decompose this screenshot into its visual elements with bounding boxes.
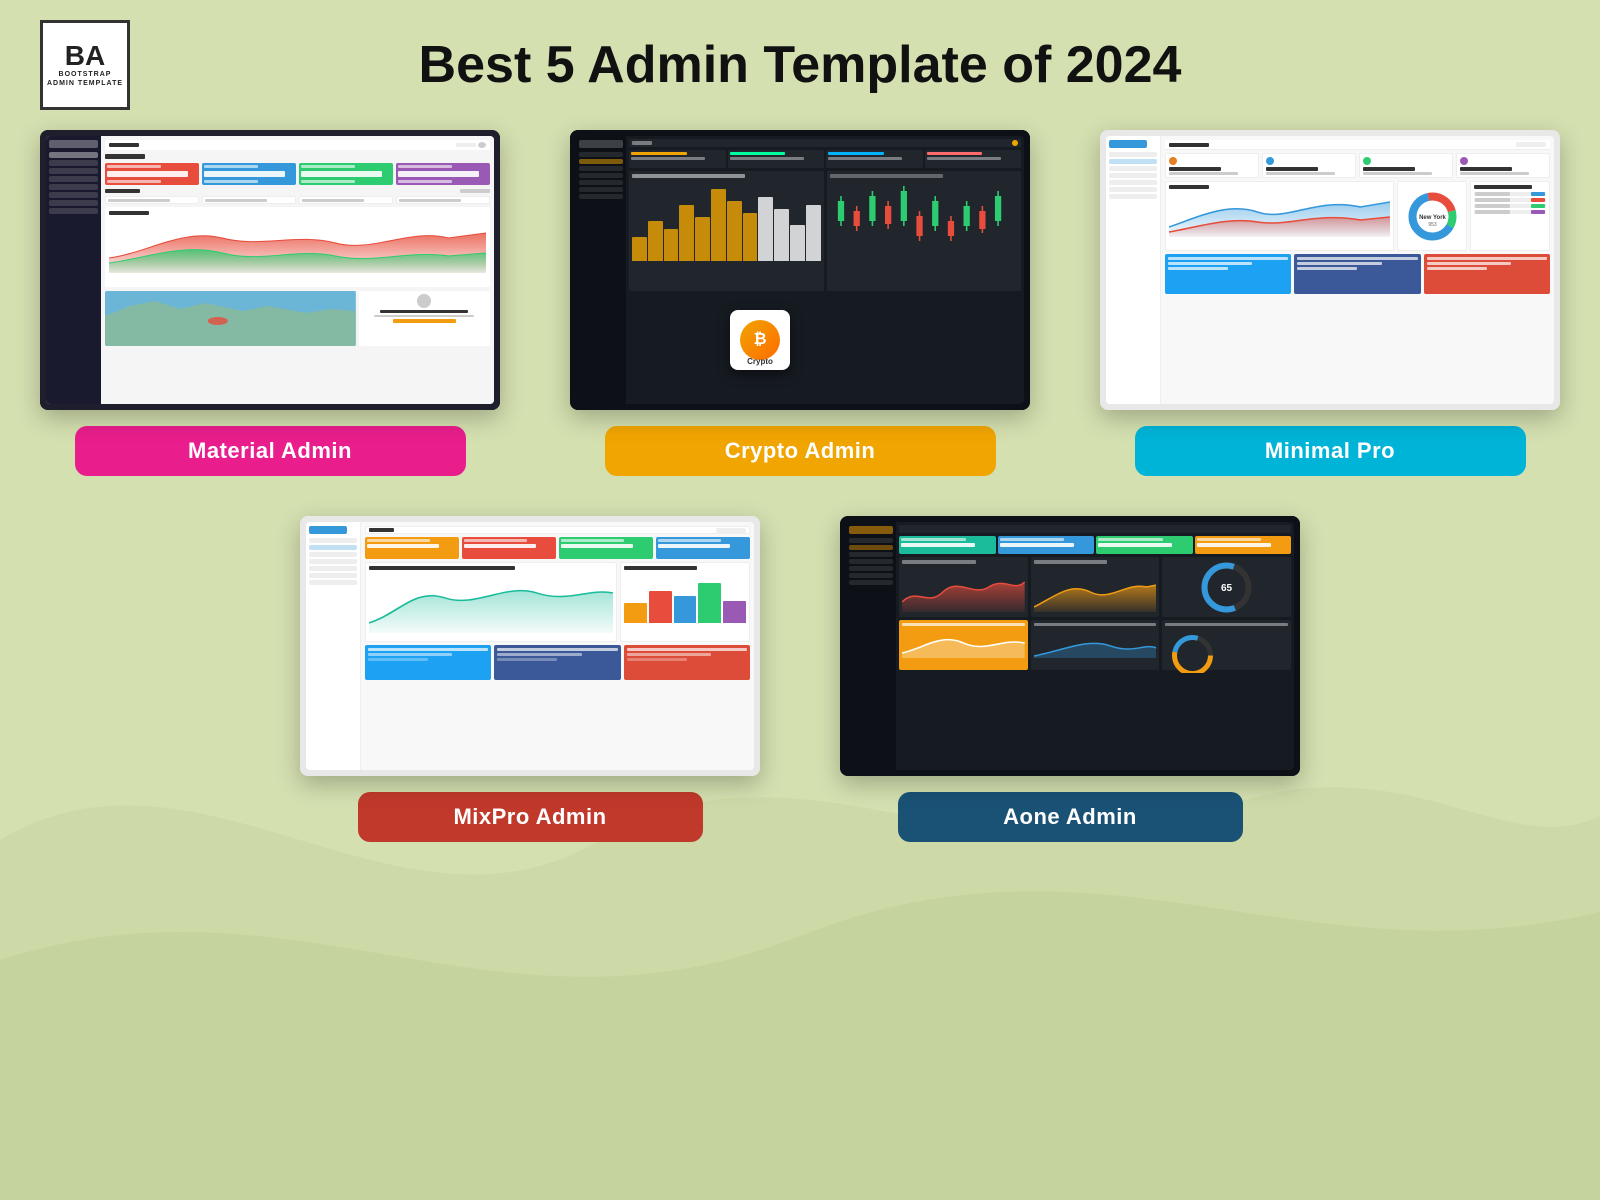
page-content: BA BOOTSTRAP ADMIN TEMPLATE Best 5 Admin… <box>0 0 1600 862</box>
svg-text:953: 953 <box>1428 222 1437 228</box>
crypto-overlay-logo: ₿ Crypto <box>730 310 790 370</box>
crypto-admin-label[interactable]: Crypto Admin <box>605 426 996 476</box>
crypto-admin-screenshot: ₿ Crypto <box>570 130 1030 410</box>
mixpro-admin-label[interactable]: MixPro Admin <box>358 792 703 842</box>
material-admin-card[interactable]: Material Admin <box>40 130 500 476</box>
material-admin-screenshot <box>40 130 500 410</box>
svg-text:65: 65 <box>1221 583 1233 594</box>
minimal-pro-card[interactable]: New York 953 <box>1100 130 1560 476</box>
logo: BA BOOTSTRAP ADMIN TEMPLATE <box>40 20 130 110</box>
aone-admin-screenshot: 65 <box>840 516 1300 776</box>
crypto-admin-card[interactable]: ₿ Crypto Crypto Admin <box>570 130 1030 476</box>
svg-text:New York: New York <box>1419 215 1446 221</box>
material-admin-label[interactable]: Material Admin <box>75 426 466 476</box>
aone-admin-card[interactable]: 65 <box>840 516 1300 842</box>
bottom-cards-row: MixPro Admin <box>40 516 1560 842</box>
aone-admin-label[interactable]: Aone Admin <box>898 792 1243 842</box>
minimal-pro-label[interactable]: Minimal Pro <box>1135 426 1526 476</box>
page-title: Best 5 Admin Template of 2024 <box>150 35 1560 95</box>
mixpro-admin-card[interactable]: MixPro Admin <box>300 516 760 842</box>
logo-letters: BA <box>65 42 105 70</box>
logo-text: BOOTSTRAP ADMIN TEMPLATE <box>47 70 123 88</box>
crypto-coin-icon: ₿ <box>740 320 780 360</box>
mixpro-admin-screenshot <box>300 516 760 776</box>
header: BA BOOTSTRAP ADMIN TEMPLATE Best 5 Admin… <box>40 20 1560 110</box>
minimal-pro-screenshot: New York 953 <box>1100 130 1560 410</box>
top-cards-row: Material Admin <box>40 130 1560 476</box>
